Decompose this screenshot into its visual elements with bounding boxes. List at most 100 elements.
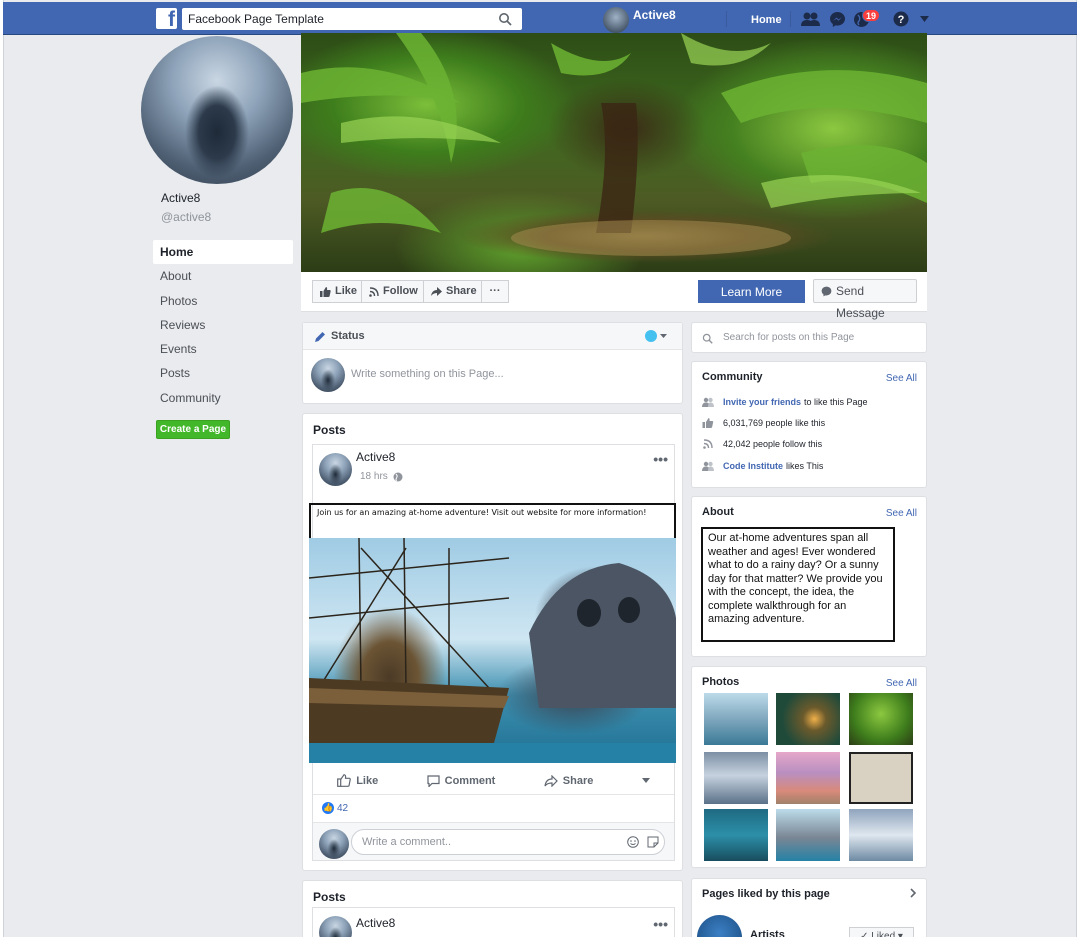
post-timestamp[interactable]: 18 hrs — [360, 471, 388, 482]
photos-title: Photos — [702, 676, 740, 688]
chevron-down-icon[interactable] — [660, 334, 667, 338]
cover-photo[interactable] — [301, 33, 927, 272]
page-left-nav: Home About Photos Reviews Events Posts C… — [153, 240, 293, 410]
search-icon[interactable] — [498, 12, 512, 26]
photo-thumbnail[interactable] — [849, 752, 913, 804]
page-profile-picture[interactable] — [141, 36, 293, 184]
facebook-logo-icon[interactable]: f — [156, 8, 177, 29]
code-institute-link[interactable]: Code Institute — [723, 461, 783, 471]
page-post-search-input[interactable]: Search for posts on this Page — [723, 332, 854, 343]
thumbs-up-icon — [702, 418, 714, 428]
community-see-all-link[interactable]: See All — [886, 373, 917, 384]
post-share-label: Share — [562, 774, 594, 787]
community-likes-count[interactable]: 6,031,769 people like this — [723, 418, 825, 428]
pages-liked-card: Pages liked by this page Artists ✓ Liked… — [691, 878, 927, 937]
post-like-button[interactable]: Like — [337, 774, 378, 787]
page-post-search[interactable]: Search for posts on this Page — [691, 322, 927, 353]
photo-thumbnail[interactable] — [704, 809, 768, 861]
post-share-button[interactable]: Share — [544, 774, 594, 787]
account-menu-chevron-icon[interactable] — [920, 16, 929, 22]
send-message-label: Send Message — [836, 284, 885, 320]
sticker-icon[interactable] — [647, 836, 659, 848]
nav-divider — [790, 11, 791, 27]
post-options-icon[interactable]: ••• — [653, 916, 668, 932]
follow-page-button[interactable]: Follow — [361, 280, 426, 303]
page-name[interactable]: Active8 — [161, 191, 200, 205]
learn-more-button[interactable]: Learn More — [698, 280, 805, 303]
post-author-name[interactable]: Active8 — [356, 450, 395, 464]
page-handle[interactable]: @active8 — [161, 210, 211, 224]
posts-section-title: Posts — [313, 423, 346, 437]
status-tab[interactable]: Status — [303, 323, 682, 350]
status-input[interactable]: Write something on this Page... — [351, 368, 504, 380]
nav-home-link[interactable]: Home — [751, 14, 782, 26]
friends-icon[interactable] — [800, 11, 822, 27]
post-comment-button[interactable]: Comment — [427, 774, 496, 787]
help-icon[interactable]: ? — [893, 11, 909, 27]
invite-friends-link[interactable]: Invite your friends — [723, 397, 801, 407]
share-page-label: Share — [446, 285, 477, 297]
pages-liked-title[interactable]: Pages liked by this page — [702, 888, 830, 900]
photo-thumbnail[interactable] — [776, 809, 840, 861]
invite-friends-text: to like this Page — [804, 397, 868, 407]
photo-thumbnail[interactable] — [704, 752, 768, 804]
left-nav-photos[interactable]: Photos — [153, 289, 293, 313]
liked-toggle-button[interactable]: ✓ Liked ▾ — [849, 927, 914, 937]
post-options-icon[interactable]: ••• — [653, 451, 668, 467]
send-message-button[interactable]: Send Message — [813, 279, 917, 320]
post-text: Join us for an amazing at-home adventure… — [309, 503, 676, 538]
left-nav-reviews[interactable]: Reviews — [153, 313, 293, 337]
like-reaction-icon: 👍 — [322, 802, 334, 814]
create-page-button[interactable]: Create a Page — [156, 420, 230, 439]
more-options-button[interactable]: ··· — [481, 280, 509, 303]
global-search[interactable] — [182, 8, 522, 30]
photo-thumbnail[interactable] — [776, 693, 840, 745]
chevron-right-icon[interactable] — [910, 888, 916, 898]
messenger-icon[interactable] — [829, 11, 846, 28]
audience-selector-icon[interactable] — [645, 330, 657, 342]
rss-icon — [703, 439, 713, 449]
comment-composer: Write a comment.. — [313, 822, 674, 860]
post-reactions[interactable]: 👍 42 — [322, 802, 348, 814]
photos-see-all-link[interactable]: See All — [886, 678, 917, 689]
emoji-icon[interactable] — [627, 836, 639, 848]
photo-thumbnail[interactable] — [849, 693, 913, 745]
left-nav-home[interactable]: Home — [153, 240, 293, 265]
about-card: About See All Our at-home adventures spa… — [691, 496, 927, 657]
nav-avatar — [603, 7, 629, 33]
about-see-all-link[interactable]: See All — [886, 508, 917, 519]
left-nav-posts[interactable]: Posts — [153, 361, 293, 385]
post-image[interactable] — [309, 538, 676, 763]
liked-page-avatar[interactable] — [697, 915, 742, 937]
photo-thumbnail[interactable] — [849, 809, 913, 861]
messenger-icon — [821, 286, 832, 297]
about-title: About — [702, 506, 734, 518]
like-page-button[interactable]: Like — [312, 280, 366, 303]
commenter-avatar — [319, 829, 349, 859]
left-nav-about[interactable]: About — [153, 264, 293, 288]
svg-text:?: ? — [898, 14, 905, 26]
community-follows-count[interactable]: 42,042 people follow this — [723, 439, 822, 449]
friends-icon — [702, 461, 714, 471]
post-audience-chevron-icon[interactable] — [641, 778, 650, 783]
comment-input[interactable]: Write a comment.. — [351, 829, 665, 855]
community-title: Community — [702, 371, 763, 383]
about-description: Our at-home adventures span all weather … — [701, 527, 895, 642]
left-nav-community[interactable]: Community — [153, 386, 293, 410]
global-search-input[interactable] — [182, 8, 482, 30]
left-nav-events[interactable]: Events — [153, 337, 293, 361]
nav-profile-link[interactable]: Active8 — [603, 7, 676, 33]
photo-thumbnail[interactable] — [704, 693, 768, 745]
post-comment-label: Comment — [444, 774, 496, 787]
share-outline-icon — [544, 774, 558, 787]
post-author-avatar[interactable] — [319, 916, 352, 937]
post-author-avatar[interactable] — [319, 453, 352, 486]
status-composer: Status Write something on this Page... — [302, 322, 683, 404]
notification-badge: 19 — [862, 9, 881, 22]
pirate-ship-illustration — [309, 538, 676, 763]
share-page-button[interactable]: Share — [423, 280, 485, 303]
post-author-name[interactable]: Active8 — [356, 916, 395, 930]
page-action-bar: Like Follow Share ··· Learn More Send Me… — [301, 272, 927, 320]
photo-thumbnail[interactable] — [776, 752, 840, 804]
liked-page-name[interactable]: Artists — [750, 929, 785, 937]
